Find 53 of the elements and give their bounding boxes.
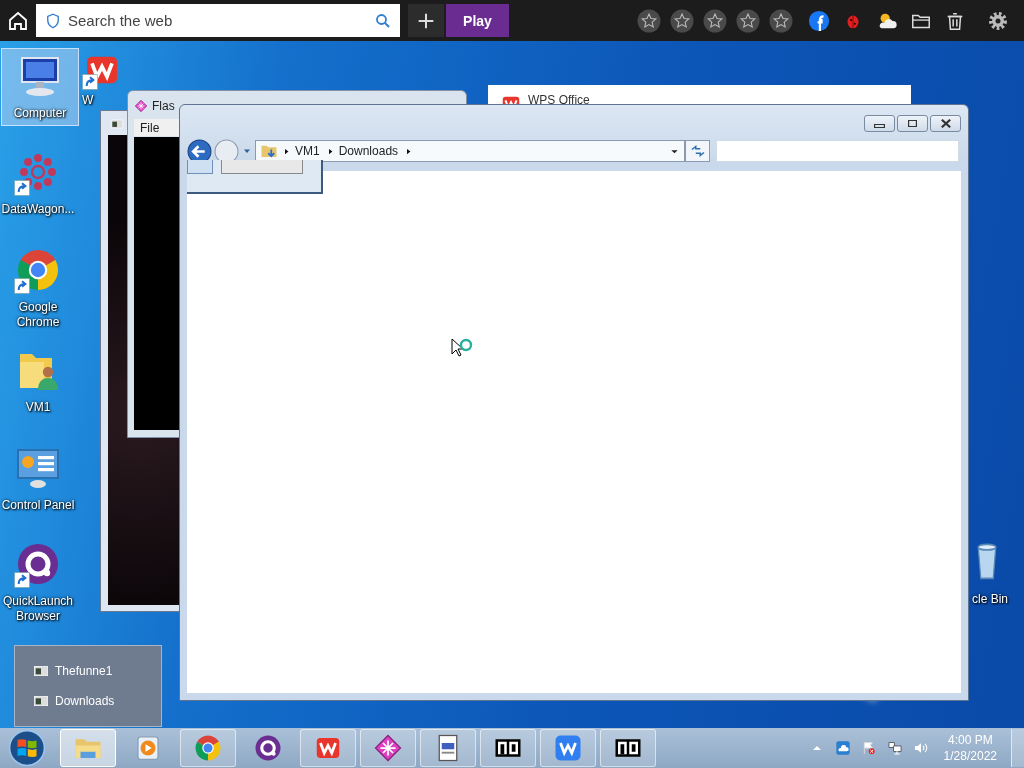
close-icon bbox=[940, 119, 951, 128]
chrome-icon bbox=[193, 733, 223, 763]
address-bar[interactable]: VM1 Downloads bbox=[255, 140, 685, 162]
window-title: WPS Office bbox=[528, 93, 590, 107]
office-icon bbox=[553, 733, 583, 763]
menu-item[interactable]: Downloads bbox=[33, 693, 161, 709]
icon-label: Control Panel bbox=[1, 498, 75, 513]
desktop-icon[interactable]: VM1 bbox=[0, 343, 76, 419]
icon-label: Computer bbox=[13, 106, 67, 121]
taskbar-button[interactable] bbox=[360, 729, 416, 767]
search-field[interactable] bbox=[716, 140, 959, 162]
breadcrumb-item[interactable]: VM1 bbox=[295, 144, 320, 158]
play-button[interactable]: Play bbox=[446, 4, 509, 37]
icon-label: Google Chrome bbox=[15, 300, 61, 330]
icon-label: DataWagon... bbox=[1, 202, 75, 217]
taskbar-button[interactable] bbox=[480, 729, 536, 767]
window-icon bbox=[33, 693, 49, 709]
cloud-icon[interactable] bbox=[834, 740, 851, 756]
refresh-button[interactable] bbox=[685, 140, 710, 162]
close-button[interactable] bbox=[930, 115, 961, 132]
desktop-icon[interactable]: Google Chrome bbox=[0, 243, 76, 334]
desktop-icon[interactable]: Control Panel bbox=[0, 441, 76, 517]
window-title: Flas bbox=[152, 99, 175, 113]
search-bar[interactable]: Search the web bbox=[36, 4, 400, 37]
icon-label: QuickLaunch Browser bbox=[1, 594, 74, 624]
minimize-icon bbox=[874, 123, 885, 128]
window-icon bbox=[33, 663, 49, 679]
diamond-icon bbox=[373, 733, 403, 763]
start-button[interactable] bbox=[8, 729, 46, 767]
maximize-icon bbox=[908, 120, 917, 127]
network-icon[interactable] bbox=[886, 740, 903, 756]
diamond-icon bbox=[134, 99, 148, 113]
caret-icon bbox=[282, 146, 291, 156]
desktop-icon[interactable]: W bbox=[82, 48, 126, 107]
quicklaunch-icon bbox=[253, 733, 283, 763]
clock[interactable]: 4:00 PM 1/28/2022 bbox=[943, 732, 997, 764]
maximize-button[interactable] bbox=[897, 115, 928, 132]
desktop-icon[interactable]: QuickLaunch Browser bbox=[0, 537, 76, 628]
icon-label: cle Bin bbox=[972, 592, 1009, 607]
taskbar-button[interactable] bbox=[600, 729, 656, 767]
menu-item[interactable]: Thefunne1 bbox=[33, 663, 161, 679]
shield-icon bbox=[44, 11, 62, 30]
search-icon[interactable] bbox=[374, 11, 392, 30]
icon-label: W bbox=[82, 93, 94, 107]
facebook-icon[interactable] bbox=[808, 9, 830, 32]
desktop-icon[interactable]: DataWagon... bbox=[0, 145, 76, 221]
menu-item[interactable]: File bbox=[140, 120, 160, 135]
desktop-icon[interactable]: cle Bin bbox=[972, 535, 1020, 611]
add-button[interactable] bbox=[408, 4, 444, 37]
window-icon bbox=[110, 117, 124, 131]
minimize-button[interactable] bbox=[864, 115, 895, 132]
icon-label: VM1 bbox=[25, 400, 51, 415]
breadcrumb-item[interactable]: Downloads bbox=[338, 144, 399, 158]
